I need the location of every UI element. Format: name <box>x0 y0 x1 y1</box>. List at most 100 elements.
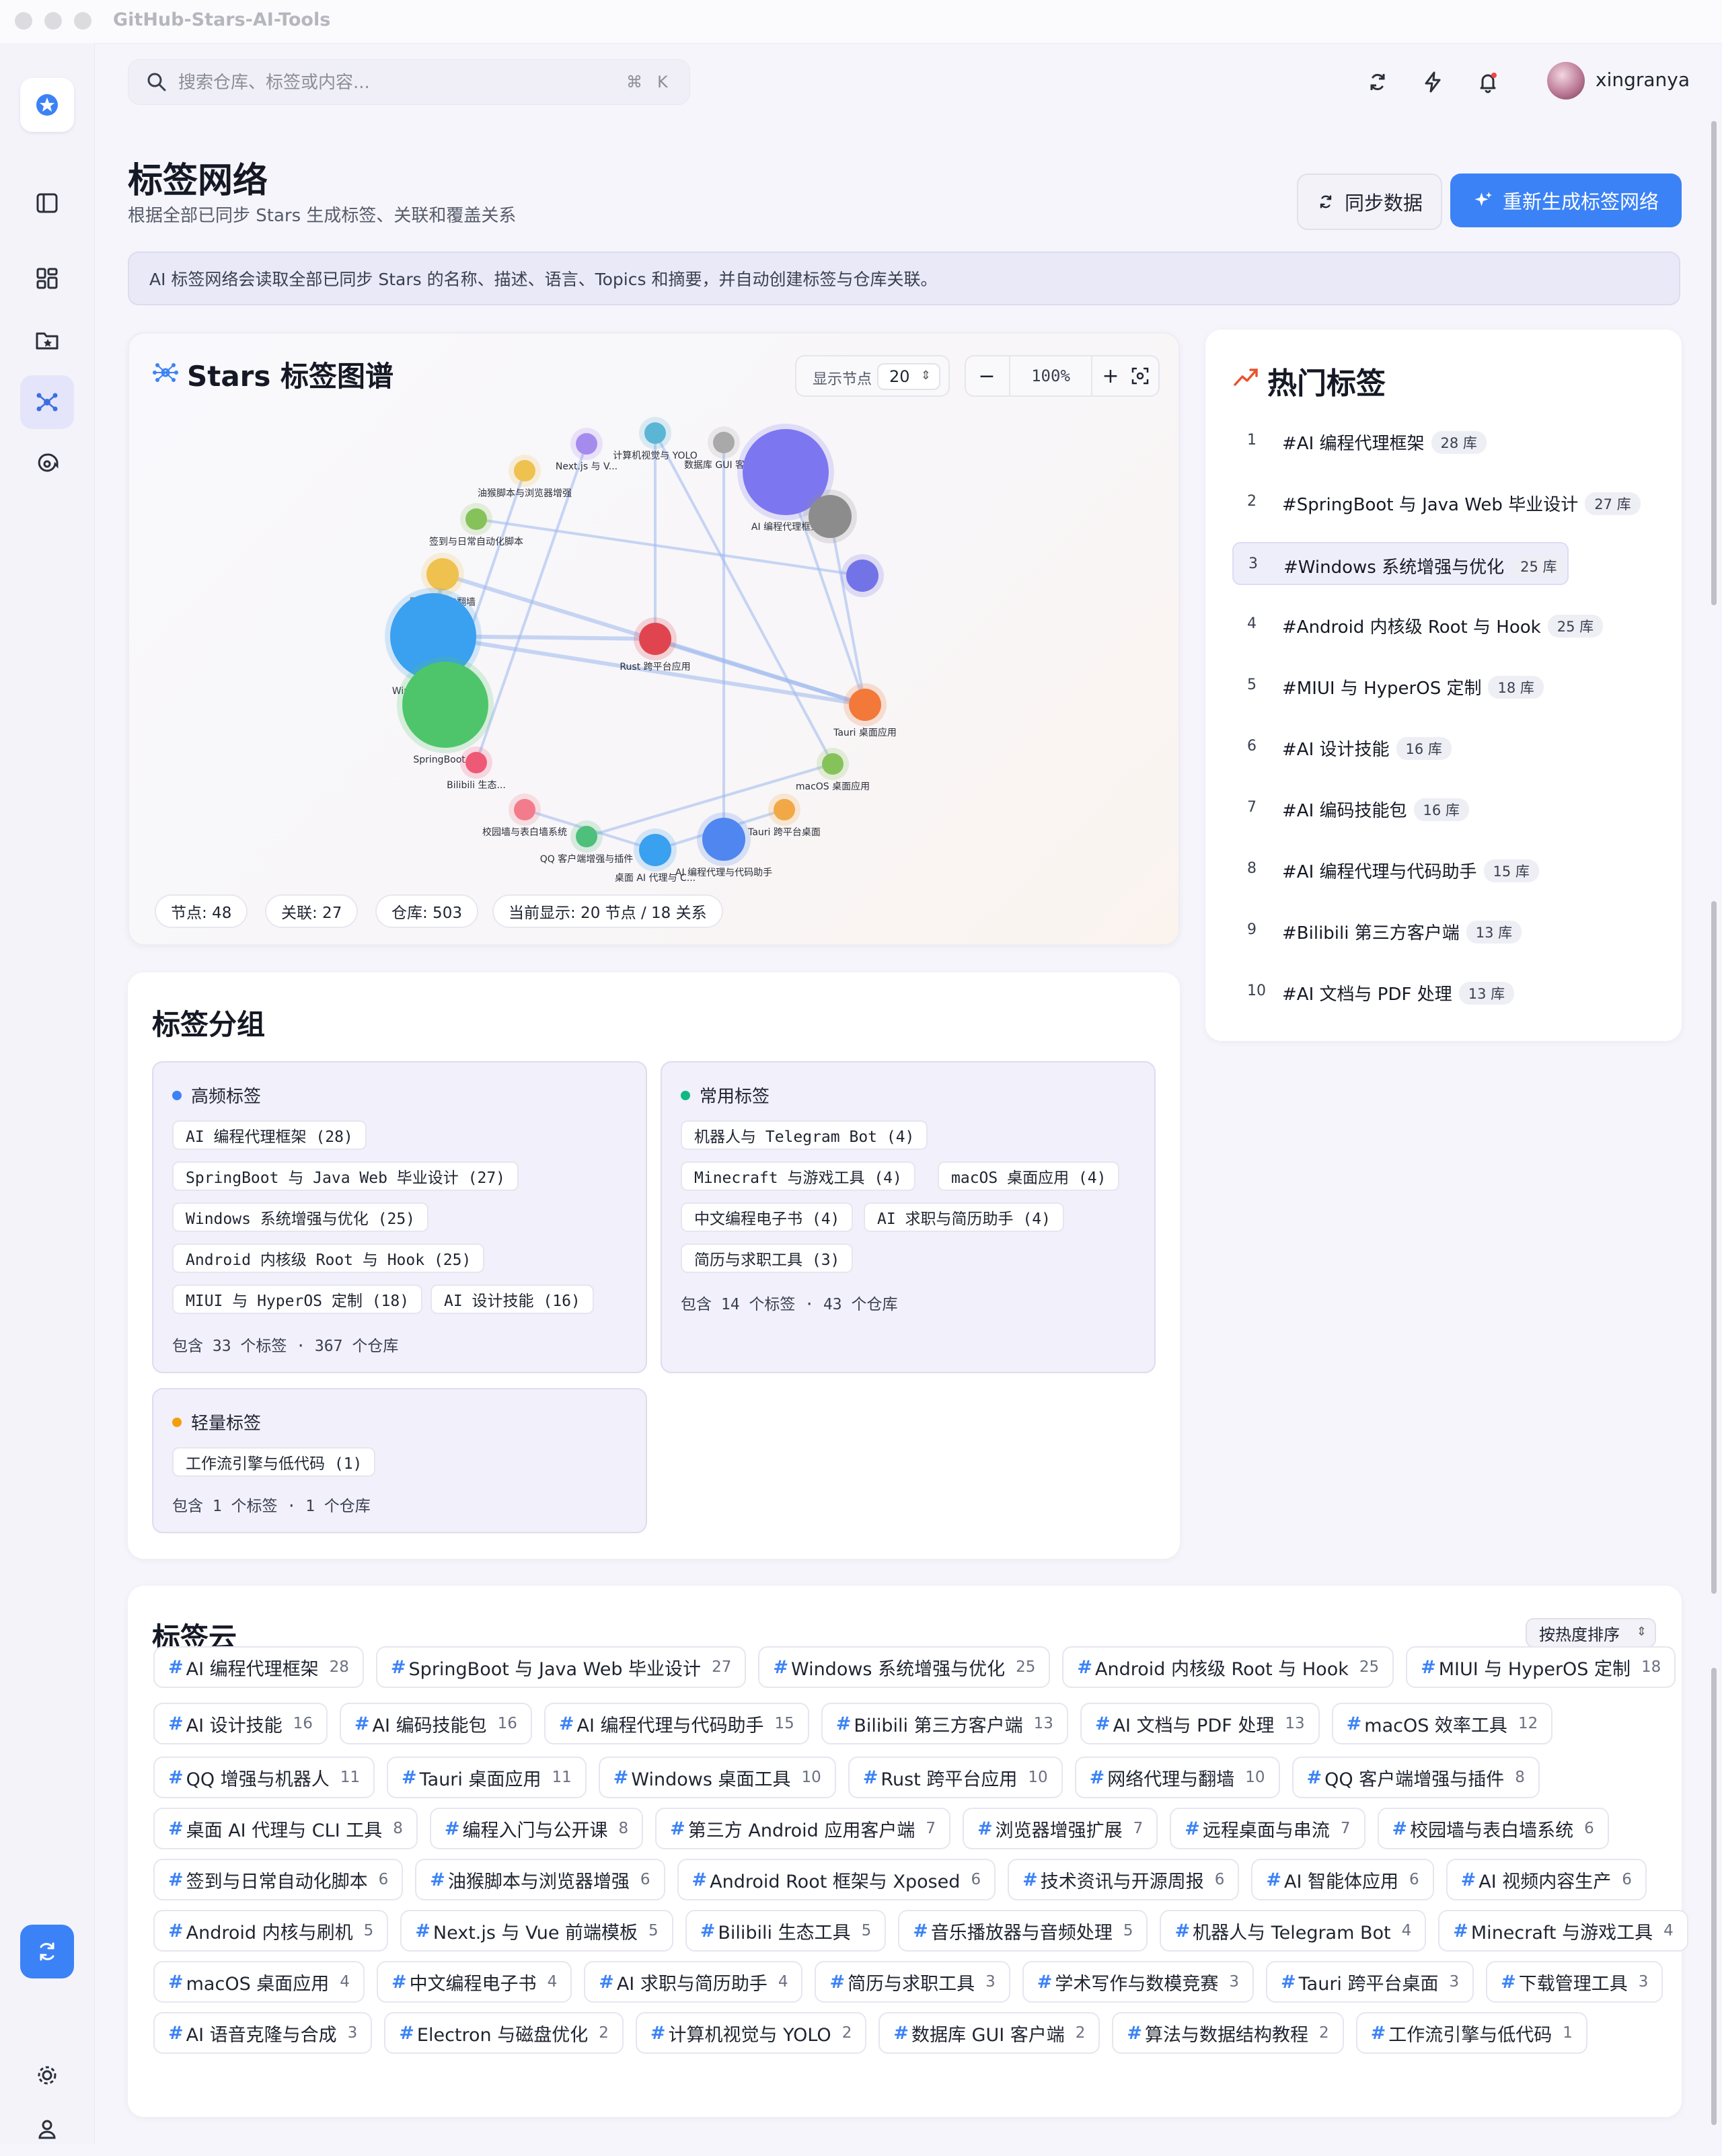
group-tag[interactable]: Windows 系统增强与优化 (25) <box>172 1202 429 1232</box>
graph-node[interactable] <box>465 752 487 773</box>
cloud-tag[interactable]: # 音乐播放器与音频处理 5 <box>898 1910 1148 1952</box>
hot-tag-row[interactable]: 9 #Bilibili 第三方客户端 13 库 <box>1232 909 1622 952</box>
cloud-tag[interactable]: # 编程入门与公开课 8 <box>429 1808 644 1849</box>
search-input[interactable] <box>177 60 583 106</box>
graph-node[interactable] <box>846 560 878 592</box>
hot-tag-row[interactable]: 5 #MIUI 与 HyperOS 定制 18 库 <box>1232 664 1622 707</box>
content-scrollbar[interactable] <box>1711 1668 1717 2125</box>
group-tag[interactable]: AI 设计技能 (16) <box>430 1284 594 1314</box>
cloud-tag[interactable]: # AI 文档与 PDF 处理 13 <box>1080 1703 1320 1744</box>
graph-node[interactable] <box>639 834 671 866</box>
graph-node[interactable] <box>514 460 535 482</box>
graph-node[interactable] <box>849 689 881 721</box>
graph-node[interactable] <box>774 799 795 820</box>
cloud-tag[interactable]: # Windows 桌面工具 10 <box>598 1757 836 1798</box>
refresh-button[interactable] <box>1363 67 1392 97</box>
hot-tag-row[interactable]: 6 #AI 设计技能 16 库 <box>1232 726 1622 769</box>
cloud-tag[interactable]: # Android 内核级 Root 与 Hook 25 <box>1062 1646 1394 1688</box>
cloud-tag[interactable]: # 机器人与 Telegram Bot 4 <box>1160 1910 1427 1952</box>
cloud-tag[interactable]: # 工作流引擎与低代码 1 <box>1355 2012 1587 2054</box>
sidebar-item-ai-settings[interactable] <box>20 437 74 491</box>
cloud-tag[interactable]: # 第三方 Android 应用客户端 7 <box>655 1808 950 1849</box>
graph-node[interactable] <box>576 433 597 455</box>
sidebar-scrollbar[interactable] <box>1711 121 1717 605</box>
window-zoom-button[interactable] <box>74 12 91 30</box>
sidebar-item-starred-folder[interactable] <box>20 313 74 367</box>
group-tag[interactable]: macOS 桌面应用 (4) <box>938 1161 1120 1191</box>
cloud-tag[interactable]: # Android Root 框架与 Xposed 6 <box>677 1859 996 1900</box>
cloud-tag[interactable]: # MIUI 与 HyperOS 定制 18 <box>1406 1646 1676 1688</box>
hot-tag-row[interactable]: 8 #AI 编程代理与代码助手 15 库 <box>1232 848 1622 891</box>
search-box[interactable]: ⌘ K <box>128 59 690 106</box>
graph-node[interactable] <box>426 558 459 590</box>
cloud-tag[interactable]: # Windows 系统增强与优化 25 <box>758 1646 1051 1688</box>
sidebar-toggle-button[interactable] <box>20 176 74 230</box>
cloud-tag[interactable]: # QQ 增强与机器人 11 <box>153 1757 375 1798</box>
graph-node[interactable] <box>644 422 666 444</box>
graph-node[interactable] <box>713 432 735 453</box>
sidebar-settings-button[interactable] <box>20 2048 74 2102</box>
cloud-tag[interactable]: # 油猴脚本与浏览器增强 6 <box>415 1859 665 1900</box>
hot-tag-row[interactable]: 1 #AI 编程代理框架 28 库 <box>1232 420 1622 463</box>
sidebar-item-tag-network[interactable] <box>20 375 74 429</box>
group-tag[interactable]: Minecraft 与游戏工具 (4) <box>681 1161 915 1191</box>
group-tag[interactable]: MIUI 与 HyperOS 定制 (18) <box>172 1284 423 1314</box>
group-tag[interactable]: 机器人与 Telegram Bot (4) <box>681 1120 928 1150</box>
cloud-tag[interactable]: # 学术写作与数模竞赛 3 <box>1022 1961 1255 2003</box>
group-tag[interactable]: 简历与求职工具 (3) <box>681 1243 854 1273</box>
cloud-tag[interactable]: # Minecraft 与游戏工具 4 <box>1438 1910 1688 1952</box>
cloud-tag[interactable]: # AI 求职与简历助手 4 <box>584 1961 803 2003</box>
group-tag[interactable]: AI 编程代理框架 (28) <box>172 1120 367 1150</box>
cloud-tag[interactable]: # AI 视频内容生产 6 <box>1446 1859 1647 1900</box>
hot-tag-row[interactable]: 10 #AI 文档与 PDF 处理 13 库 <box>1232 970 1622 1013</box>
cloud-tag[interactable]: # AI 设计技能 16 <box>153 1703 328 1744</box>
cloud-tag[interactable]: # 网络代理与翻墙 10 <box>1074 1757 1280 1798</box>
cloud-tag[interactable]: # 校园墙与表白墙系统 6 <box>1377 1808 1609 1849</box>
cloud-tag[interactable]: # Android 内核与刷机 5 <box>153 1910 389 1952</box>
cloud-tag[interactable]: # SpringBoot 与 Java Web 毕业设计 27 <box>375 1646 747 1688</box>
graph-node[interactable] <box>822 753 844 775</box>
cloud-tag[interactable]: # AI 编码技能包 16 <box>339 1703 532 1744</box>
cloud-tag[interactable]: # QQ 客户端增强与插件 8 <box>1292 1757 1540 1798</box>
group-tag[interactable]: Android 内核级 Root 与 Hook (25) <box>172 1243 485 1273</box>
sidebar-item-dashboard[interactable] <box>20 252 74 305</box>
cloud-tag[interactable]: # 中文编程电子书 4 <box>376 1961 572 2003</box>
cloud-tag[interactable]: # AI 智能体应用 6 <box>1251 1859 1434 1900</box>
graph-node[interactable] <box>809 495 852 538</box>
quick-action-button[interactable] <box>1418 67 1448 97</box>
group-tag[interactable]: 工作流引擎与低代码 (1) <box>172 1447 376 1477</box>
cloud-tag[interactable]: # 简历与求职工具 3 <box>815 1961 1010 2003</box>
hot-tag-row[interactable]: 3 #Windows 系统增强与优化 25 库 <box>1232 542 1569 585</box>
cloud-tag[interactable]: # Next.js 与 Vue 前端模板 5 <box>400 1910 673 1952</box>
main-scrollbar[interactable] <box>1711 901 1717 1594</box>
sort-select[interactable]: 按热度排序 ⇕ <box>1526 1618 1656 1648</box>
avatar[interactable] <box>1547 62 1585 100</box>
cloud-tag[interactable]: # AI 编程代理与代码助手 15 <box>544 1703 809 1744</box>
cloud-tag[interactable]: # macOS 桌面应用 4 <box>153 1961 365 2003</box>
hot-tag-row[interactable]: 7 #AI 编码技能包 16 库 <box>1232 787 1622 830</box>
graph-node[interactable] <box>576 826 597 847</box>
tag-graph-canvas[interactable]: 计算机视觉与 YOLO数据库 GUI 客户端Next.js 与 V...AI 编… <box>129 334 1181 947</box>
cloud-tag[interactable]: # 远程桌面与串流 7 <box>1170 1808 1365 1849</box>
cloud-tag[interactable]: # 浏览器增强扩展 7 <box>962 1808 1158 1849</box>
cloud-tag[interactable]: # Electron 与磁盘优化 2 <box>384 2012 624 2054</box>
cloud-tag[interactable]: # 技术资讯与开源周报 6 <box>1008 1859 1240 1900</box>
hot-tag-row[interactable]: 2 #SpringBoot 与 Java Web 毕业设计 27 库 <box>1232 481 1641 524</box>
graph-node[interactable] <box>639 623 671 655</box>
cloud-tag[interactable]: # Bilibili 第三方客户端 13 <box>821 1703 1068 1744</box>
cloud-tag[interactable]: # 签到与日常自动化脚本 6 <box>153 1859 404 1900</box>
window-minimize-button[interactable] <box>44 12 62 30</box>
cloud-tag[interactable]: # 算法与数据结构教程 2 <box>1112 2012 1344 2054</box>
cloud-tag[interactable]: # 计算机视觉与 YOLO 2 <box>635 2012 867 2054</box>
sidebar-sync-button[interactable] <box>20 1925 74 1978</box>
window-close-button[interactable] <box>15 12 32 30</box>
graph-node[interactable] <box>702 818 745 861</box>
hot-tag-row[interactable]: 4 #Android 内核级 Root 与 Hook 25 库 <box>1232 603 1622 646</box>
regenerate-network-button[interactable]: 重新生成标签网络 <box>1450 174 1682 227</box>
cloud-tag[interactable]: # AI 编程代理框架 28 <box>153 1646 364 1688</box>
sync-data-button[interactable]: 同步数据 <box>1297 174 1442 230</box>
sidebar-profile-button[interactable] <box>20 2102 74 2156</box>
cloud-tag[interactable]: # Tauri 跨平台桌面 3 <box>1266 1961 1474 2003</box>
group-tag[interactable]: SpringBoot 与 Java Web 毕业设计 (27) <box>172 1161 519 1191</box>
cloud-tag[interactable]: # AI 语音克隆与合成 3 <box>153 2012 373 2054</box>
